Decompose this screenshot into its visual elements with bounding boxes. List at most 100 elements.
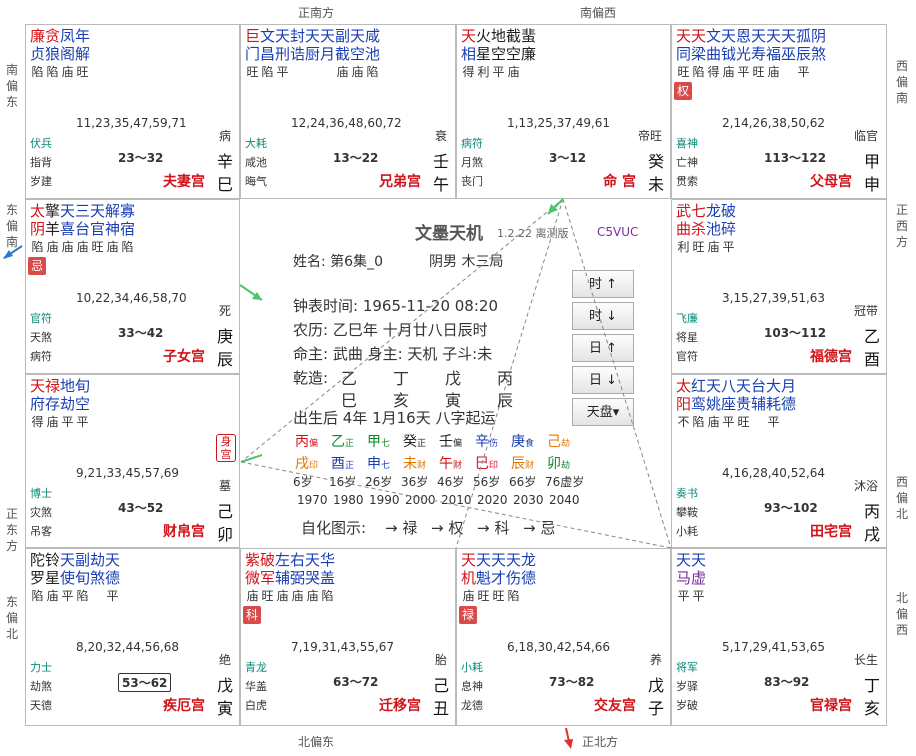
dayun-age: 16岁 (329, 475, 357, 489)
dayun-branch-char: 酉 (331, 456, 345, 472)
changsheng-stage: 衰 (434, 129, 447, 143)
dayun-branch: 酉正 (331, 453, 354, 473)
palace-cell[interactable]: 巨文天封天天副天咸 门昌刑诰厨月截空池旺陷平庙庙陷 12,24,36,48,60,7… (240, 24, 456, 199)
daxian-range: 33～42 (118, 326, 164, 340)
star-char: 贞 (30, 45, 46, 63)
dayun-branch: 巳印 (475, 453, 498, 473)
star-char: 咸 (365, 27, 381, 45)
bazi-stem: 戊 (445, 369, 462, 388)
palace-cell[interactable]: 武七龙破 曲杀池碎利旺庙平 3,15,27,39,51,63 冠带 飞廉 将星 官符 103～… (671, 199, 887, 374)
earthly-branch: 戌 (863, 525, 880, 544)
changsheng-stage: 帝旺 (637, 129, 662, 143)
brightness-char: 庙 (61, 65, 74, 79)
brightness-char: 得 (707, 65, 720, 79)
god-jiangqian: 将星 (676, 331, 698, 344)
hour-up-button[interactable]: 时 ↑ (572, 270, 634, 298)
star-char: 截 (506, 27, 522, 45)
palace-cell[interactable]: 太红天八天台大月 阳鸾姚座贵辅耗德不陷庙平旺平 4,16,28,40,52,64 沐浴… (671, 374, 887, 548)
brightness-char: 旺 (76, 65, 89, 79)
palace-name: 夫妻宫 (163, 174, 205, 190)
star-brightness: 庙旺庙庙庙陷 (245, 587, 335, 604)
gender-line: 阴男 木三局 (429, 254, 504, 270)
star-char: 天 (491, 551, 507, 569)
god-jiangqian: 月煞 (461, 156, 483, 169)
god-suiqian: 官符 (676, 350, 698, 363)
palace-cell[interactable]: 陀铃天副劫天 罗星使旬煞德陷庙平陷平 8,20,32,44,56,68 绝力士 劫煞 天德… (25, 548, 240, 726)
star-char: 机 (461, 569, 477, 587)
star-char: 天 (461, 551, 477, 569)
star-char: 曲 (706, 45, 722, 63)
star-char: 同 (676, 45, 692, 63)
star-char: 龙 (706, 202, 722, 220)
star-row: 机魁才伤德 (461, 569, 536, 587)
brightness-char: 庙 (276, 589, 289, 603)
dayun-stem: 辛伤 (475, 431, 498, 451)
tianpan-dropdown[interactable]: 天盘▾ (572, 398, 634, 426)
dayun-branch-char: 戌 (295, 456, 309, 472)
dir-left-4: 东偏北 (5, 595, 18, 641)
star-brightness: 得庙平平 (30, 413, 90, 430)
star-char: 天 (676, 551, 692, 569)
brightness-char: 不 (677, 415, 690, 429)
self-hua-item: → 权 (431, 519, 464, 537)
palace-name: 兄弟宫 (379, 174, 421, 190)
bazi-label: 乾造: (293, 369, 329, 387)
star-brightness: 旺陷得庙平旺庙平 (676, 63, 811, 80)
palace-cell[interactable]: 廉贪凤年 贞狼阁解陷陷庙旺 11,23,35,47,59,71 病伏兵 指背 岁建 23～3… (25, 24, 240, 199)
god-boshi: 力士 (30, 661, 52, 674)
brightness-char: 庙 (507, 65, 520, 79)
star-char: 天 (721, 27, 737, 45)
star-row: 门昌刑诰厨月截空池 (245, 45, 380, 63)
star-char: 福 (766, 45, 782, 63)
star-char: 龙 (521, 551, 537, 569)
star-char: 喜 (60, 220, 76, 238)
star-char: 姚 (706, 395, 722, 413)
star-char: 天 (781, 27, 797, 45)
day-up-button[interactable]: 日 ↑ (572, 334, 634, 362)
hour-down-button[interactable]: 时 ↓ (572, 302, 634, 330)
star-char: 天 (60, 551, 76, 569)
palace-cell[interactable]: 天火地截蜚 相星空空廉得利平庙 1,13,25,37,49,61 帝旺 病符 月煞 丧门 3～… (456, 24, 671, 199)
brightness-char: 陷 (31, 65, 44, 79)
palace-cell[interactable]: 天天 马虚平平 5,17,29,41,53,65 长生 将军 岁驿 岁破 83～92 丁亥官禄宫 (671, 548, 887, 726)
god-boshi: 青龙 (245, 661, 267, 674)
star-char: 梁 (691, 45, 707, 63)
god-suiqian: 岁建 (30, 175, 52, 188)
palace-cell[interactable]: 紫破左右天华 微军辅弼哭盖庙旺庙庙庙陷科 7,19,31,43,55,67 胎青龙 华盖… (240, 548, 456, 726)
star-brightness: 陷庙庙庙旺庙陷 (30, 238, 135, 255)
brightness-char: 陷 (507, 589, 520, 603)
dayun-branch: 辰财 (511, 453, 534, 473)
dayun-stem-shishen: 食 (525, 439, 535, 449)
star-char: 封 (290, 27, 306, 45)
earthly-branch: 亥 (863, 699, 880, 718)
changsheng-stage: 墓 (218, 479, 231, 493)
star-char: 巫 (781, 45, 797, 63)
god-jiangqian: 咸池 (245, 156, 267, 169)
star-char: 七 (691, 202, 707, 220)
god-suiqian: 吊客 (30, 525, 52, 538)
dayun-age: 56岁 (473, 475, 501, 489)
palace-name: 父母宫 (810, 174, 852, 190)
dayun-year: 2020 (477, 493, 508, 507)
god-boshi: 将军 (676, 661, 698, 674)
palace-cell[interactable]: 天天文天恩天天天孤阴 同梁曲钺光寿福巫辰煞旺陷得庙平旺庙平权 2,14,26,38,… (671, 24, 887, 199)
star-char: 天 (506, 551, 522, 569)
star-char: 池 (706, 220, 722, 238)
star-char: 天 (30, 377, 46, 395)
brightness-char: 陷 (46, 65, 59, 79)
palace-cell[interactable]: 天禄地旬 府存劫空得庙平平 9,21,33,45,57,69 墓博士 灾煞 吊客 43～52… (25, 374, 240, 548)
dayun-year: 1970 (297, 493, 328, 507)
star-char: 火 (476, 27, 492, 45)
ages-list: 3,15,27,39,51,63 (722, 291, 826, 305)
palace-cell[interactable]: 天天天天龙 机魁才伤德庙旺旺陷禄 6,18,30,42,54,66 养小耗 息神 龙德 73… (456, 548, 671, 726)
star-char: 罗 (30, 569, 46, 587)
heavenly-stem: 己 (216, 502, 233, 521)
star-row: 微军辅弼哭盖 (245, 569, 335, 587)
palace-cell[interactable]: 太擎天三天解寡 阴羊喜台官神宿陷庙庙庙旺庙陷忌 10,22,34,46,58,70 死… (25, 199, 240, 374)
brightness-char: 旺 (261, 589, 274, 603)
version-label: 1.2.22 离测版 (497, 227, 569, 240)
star-char: 天 (350, 27, 366, 45)
god-jiangqian: 天煞 (30, 331, 52, 344)
day-down-button[interactable]: 日 ↓ (572, 366, 634, 394)
star-char: 台 (751, 377, 767, 395)
